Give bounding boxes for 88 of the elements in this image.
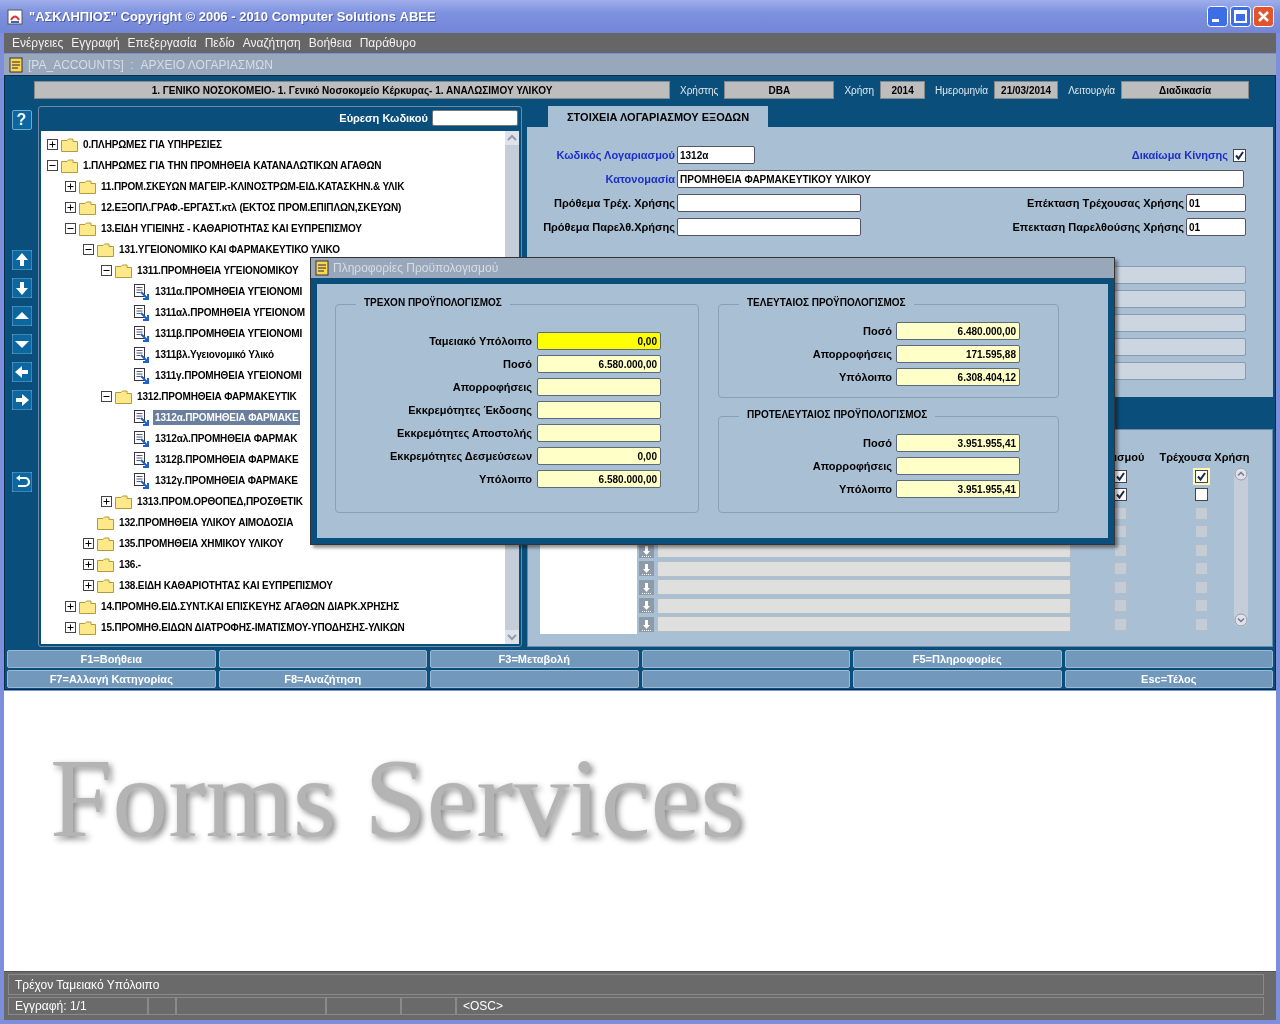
tree-item[interactable]: 131.ΥΓΕΙΟΝΟΜΙΚΟ ΚΑΙ ΦΑΡΜΑΚΕΥΤΙΚΟ ΥΛΙΚΟ — [117, 242, 342, 257]
header-field: DBA — [724, 81, 835, 99]
help-button[interactable]: ? — [11, 110, 32, 130]
group-heading: ΠΡΟΤΕΛΕΥΤΑΙΟΣ ΠΡΟΫΠΟΛΟΓΙΣΜΟΣ — [739, 409, 936, 420]
tree-item[interactable]: 1312αλ.ΠΡΟΜΗΘΕΙΑ ΦΑΡΜΑΚ — [153, 431, 300, 446]
field-label: Υπόλοιπο — [838, 483, 892, 495]
field-label: Κωδικός Λογαριασμού — [555, 149, 676, 161]
tree-item[interactable]: 11.ΠΡΟΜ.ΣΚΕΥΩΝ ΜΑΓΕΙΡ.-ΚΛΙΝΟΣΤΡΩΜ-ΕΙΔ.ΚΑΤΑΣΚΗΝ.& ΥΛΙΚ — [99, 179, 407, 194]
search-label: Εύρεση Κωδικού — [339, 112, 428, 124]
field-label: Ποσό — [863, 325, 892, 337]
organization-field: 1. ΓΕΝΙΚΟ ΝΟΣΟΚΟΜΕΙΟ- 1. Γενικό Νοσοκομείο Κέρκυρας- 1. ΑΝΑΛΩΣΙΜΟΥ ΥΛΙΚΟΥ — [34, 81, 670, 99]
field-label: Εκκρεμότητες Έκδοσης — [408, 404, 532, 416]
record-indicator: Εγγραφή: 1/1 — [8, 997, 148, 1015]
tree-item[interactable]: 1311αλ.ΠΡΟΜΗΘΕΙΑ ΥΓΕΙΟΝΟΜ — [153, 305, 307, 320]
value-field[interactable]: 0,00 — [537, 447, 661, 465]
header-field: Διαδικασία — [1121, 81, 1249, 99]
value-field[interactable]: 6.580.000,00 — [537, 355, 661, 373]
tab[interactable]: ΣΤΟΙΧΕΙΑ ΛΟΓΑΡΙΑΣΜΟΥ ΕΞΟΔΩΝ — [548, 106, 769, 127]
input-field[interactable]: 01 — [1186, 218, 1246, 236]
header-label: Χρήση — [844, 84, 875, 96]
menu-item[interactable]: Πεδίο — [200, 36, 239, 50]
tree-item[interactable]: 14.ΠΡΟΜΗΘ.ΕΙΔ.ΣΥΝΤ.ΚΑΙ ΕΠΙΣΚΕΥΗΣ ΑΓΑΘΩΝ ΔΙΑΡΚ.ΧΡΗΣΗΣ — [99, 599, 401, 614]
tree-item[interactable]: 12.ΕΞΟΠΛ.ΓΡΑΦ.-ΕΡΓΑΣΤ.κτλ (ΕΚΤΟΣ ΠΡΟΜ.ΕΠΙΠΛΩΝ,ΣΚΕΥΩΝ) — [99, 200, 404, 215]
tree-item[interactable]: 138.ΕΙΔΗ ΚΑΘΑΡΙΟΤΗΤΑΣ ΚΑΙ ΕΥΠΡΕΠΙΣΜΟΥ — [117, 578, 335, 593]
field-label: Δικαίωμα Κίνησης — [1131, 149, 1228, 161]
tree-item[interactable]: 1312γ.ΠΡΟΜΗΘΕΙΑ ΦΑΡΜΑΚΕ — [153, 473, 300, 488]
field-label: Πρόθεμα Παρελθ.Χρήσης — [542, 221, 676, 233]
value-field[interactable]: 6.308.404,12 — [896, 368, 1020, 386]
field-label: Εκκρεμότητες Δεσμεύσεων — [389, 450, 532, 462]
window-title: "ΑΣΚΛΗΠΙΟΣ" Copyright © 2006 - 2010 Computer Solutions ΑΒΕΕ — [29, 9, 437, 24]
group-heading: ΤΡΕΧΟΝ ΠΡΟΫΠΟΛΟΓΙΣΜΟΣ — [356, 297, 510, 308]
field-label: Απορροφήσεις — [812, 348, 892, 360]
status-message: Τρέχον Ταμειακό Υπόλοιπο — [14, 977, 160, 992]
menu-item[interactable]: Επεξεργασία — [123, 36, 201, 50]
field-label: Επέκταση Τρέχουσας Χρήσης — [1027, 197, 1184, 209]
column-header: Τρέχουσα Χρήση — [1159, 451, 1250, 463]
menu-item[interactable]: Αναζήτηση — [238, 36, 305, 50]
header-field: 21/03/2014 — [994, 81, 1059, 99]
value-field[interactable]: 3.951.955,41 — [896, 434, 1020, 452]
input-field[interactable]: 1312α — [677, 146, 755, 164]
tree-item[interactable]: 15.ΠΡΟΜΗΘ.ΕΙΔΩΝ ΔΙΑΤΡΟΦΗΣ-ΙΜΑΤΙΣΜΟΥ-ΥΠΟΔΗΣΗΣ-ΥΛΙΚΩΝ — [99, 620, 407, 635]
tree-item[interactable]: 0.ΠΛΗΡΩΜΕΣ ΓΙΑ ΥΠΗΡΕΣΙΕΣ — [81, 137, 224, 152]
tree-item[interactable]: 1311.ΠΡΟΜΗΘΕΙΑ ΥΓΕΙΟΝΟΜΙΚΟΥ — [135, 263, 301, 278]
value-field[interactable]: 0,00 — [537, 332, 661, 350]
value-field[interactable]: 171.595,88 — [896, 345, 1020, 363]
tree-item[interactable]: 1.ΠΛΗΡΩΜΕΣ ΓΙΑ ΤΗΝ ΠΡΟΜΗΘΕΙΑ ΚΑΤΑΝΑΛΩΤΙΚΩΝ ΑΓΑΘΩΝ — [81, 158, 384, 173]
field-label: Κατονομασία — [604, 173, 676, 185]
field-label: Πρόθεμα Τρέχ. Χρήσης — [553, 197, 676, 209]
field-label: Ταμειακό Υπόλοιπο — [429, 335, 532, 347]
input-field[interactable]: 01 — [1186, 194, 1246, 212]
value-field[interactable]: 6.580.000,00 — [537, 470, 661, 488]
tree-item[interactable]: 132.ΠΡΟΜΗΘΕΙΑ ΥΛΙΚΟΥ ΑΙΜΟΔΟΣΙΑ — [117, 515, 296, 530]
tree-item[interactable]: 135.ΠΡΟΜΗΘΕΙΑ ΧΗΜΙΚΟΥ ΥΛΙΚΟΥ — [117, 536, 286, 551]
value-field[interactable]: 6.480.000,00 — [896, 322, 1020, 340]
group-heading: ΤΕΛΕΥΤΑΙΟΣ ΠΡΟΫΠΟΛΟΓΙΣΜΟΣ — [739, 297, 914, 308]
field-label: Υπόλοιπο — [478, 473, 532, 485]
tree-item[interactable]: 1313.ΠΡΟΜ.ΟΡΘΟΠΕΔ,ΠΡΟΣΘΕΤΙΚ — [135, 494, 305, 509]
field-label: Απορροφήσεις — [812, 460, 892, 472]
tree-item[interactable]: 1312α.ΠΡΟΜΗΘΕΙΑ ΦΑΡΜΑΚΕ — [153, 410, 301, 425]
menu-item[interactable]: Βοήθεια — [304, 36, 356, 50]
tree-item[interactable]: 1311βλ.Υγειονομικό Υλικό — [153, 347, 276, 362]
field-label: Απορροφήσεις — [452, 381, 532, 393]
menu-item[interactable]: Εγγραφή — [67, 36, 124, 50]
tree-item[interactable]: 13.ΕΙΔΗ ΥΓΙΕΙΝΗΣ - ΚΑΘΑΡΙΟΤΗΤΑΣ ΚΑΙ ΕΥΠΡΕΠΙΣΜΟΥ — [99, 221, 364, 236]
field-label: Ποσό — [503, 358, 532, 370]
dialog-title: Πληροφορίες Προϋπολογισμού — [333, 261, 499, 275]
column-header: ισμού — [1114, 451, 1145, 463]
input-field[interactable]: ΠΡΟΜΗΘΕΙΑ ΦΑΡΜΑΚΕΥΤΙΚΟΥ ΥΛΙΚΟΥ — [677, 170, 1244, 188]
form-title: [PA_ACCOUNTS] : ΑΡΧΕΙΟ ΛΟΓΑΡΙΑΣΜΩΝ — [28, 57, 273, 72]
tree-item[interactable]: 1312.ΠΡΟΜΗΘΕΙΑ ΦΑΡΜΑΚΕΥΤΙΚ — [135, 389, 299, 404]
mode-indicator: <OSC> — [456, 997, 1264, 1015]
header-label: Λειτουργία — [1068, 84, 1115, 96]
tree-item[interactable]: 136.- — [117, 557, 144, 572]
tree-item[interactable]: 1311γ.ΠΡΟΜΗΘΕΙΑ ΥΓΕΙΟΝΟΜΙ — [153, 368, 304, 383]
header-label: Χρήστης — [680, 84, 719, 96]
field-label: Επεκταση Παρελθούσης Χρήσης — [1012, 221, 1184, 233]
header-label: Ημερομηνία — [935, 84, 989, 96]
tree-item[interactable]: 1311α.ΠΡΟΜΗΘΕΙΑ ΥΓΕΙΟΝΟΜΙ — [153, 284, 305, 299]
menu-item[interactable]: Παράθυρο — [355, 36, 420, 50]
value-field[interactable]: 3.951.955,41 — [896, 480, 1020, 498]
field-label: Υπόλοιπο — [838, 371, 892, 383]
menu-item[interactable]: Ενέργειες — [8, 36, 68, 50]
tree-item[interactable]: 1311β.ΠΡΟΜΗΘΕΙΑ ΥΓΕΙΟΝΟΜΙ — [153, 326, 305, 341]
field-label: Ποσό — [863, 437, 892, 449]
background-logo: Forms Services — [50, 735, 744, 862]
tree-item[interactable]: 1312β.ΠΡΟΜΗΘΕΙΑ ΦΑΡΜΑΚΕ — [153, 452, 301, 467]
field-label: Εκκρεμότητες Αποστολής — [396, 427, 532, 439]
header-field: 2014 — [880, 81, 926, 99]
